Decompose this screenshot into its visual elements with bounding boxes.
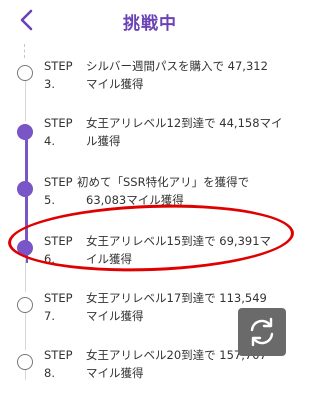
step-text-line1: シルバー週間パスを購入で 47,312 <box>86 59 268 73</box>
step-text-line2: ル獲得 <box>86 134 121 148</box>
refresh-icon <box>250 317 274 347</box>
step-number: 8. <box>44 366 55 380</box>
list-item: STEP 3. シルバー週間パスを購入で 47,312 マイル獲得 <box>0 57 300 107</box>
page-title: 挑戦中 <box>123 14 177 34</box>
step-node-incomplete <box>17 297 33 313</box>
timeline-top-dash <box>24 44 25 58</box>
step-label: STEP <box>44 59 73 73</box>
step-text-line2: マイル獲得 <box>86 77 144 91</box>
refresh-button[interactable] <box>238 308 286 356</box>
step-number: 7. <box>44 309 55 323</box>
step-text-line2: マイル獲得 <box>86 309 144 323</box>
step-text-line1: 初めて「SSR特化アリ」を獲得で <box>77 175 250 189</box>
step-text-line2: マイル獲得 <box>86 366 144 380</box>
step-node-incomplete <box>17 65 33 81</box>
step-number: 4. <box>44 134 55 148</box>
step-node-incomplete <box>17 354 33 370</box>
step-label: STEP <box>44 291 73 305</box>
step-node-complete <box>17 181 33 197</box>
step-label: STEP <box>44 175 73 189</box>
step-number: 5. <box>44 193 55 207</box>
step-text-line1: 女王アリレベル17到達で 113,549 <box>86 291 267 305</box>
header-bar: 挑戦中 <box>0 0 300 42</box>
step-node-complete <box>17 124 33 140</box>
step-text-line1: 女王アリレベル12到達で 44,158マイ <box>86 116 283 130</box>
step-label: STEP <box>44 116 73 130</box>
list-item: STEP 4. 女王アリレベル12到達で 44,158マイ ル獲得 <box>0 114 300 164</box>
step-number: 3. <box>44 77 55 91</box>
step-label: STEP <box>44 348 73 362</box>
